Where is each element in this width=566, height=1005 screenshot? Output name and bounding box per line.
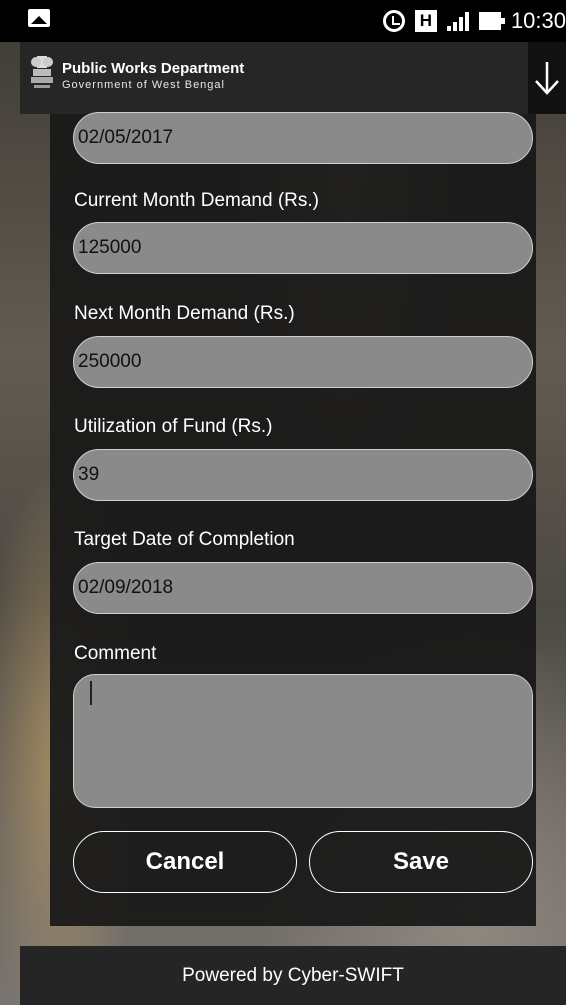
h-icon: H — [414, 10, 437, 32]
app-header: Public Works Department Government of We… — [20, 42, 566, 114]
cancel-button[interactable]: Cancel — [73, 831, 297, 893]
alarm-icon — [382, 10, 405, 32]
utilization-of-fund-field[interactable]: 39 — [73, 449, 533, 501]
signal-icon — [446, 11, 469, 31]
app-subtitle: Government of West Bengal — [62, 79, 225, 91]
arrow-down-icon — [535, 62, 559, 95]
save-button[interactable]: Save — [309, 831, 533, 893]
image-icon — [28, 9, 50, 27]
start-date-field[interactable]: 02/05/2017 — [73, 112, 533, 164]
comment-textarea[interactable] — [73, 674, 533, 808]
current-month-demand-field[interactable]: 125000 — [73, 222, 533, 274]
status-bar: H 10:30 — [0, 0, 566, 42]
current-month-demand-label: Current Month Demand (Rs.) — [74, 190, 319, 211]
powered-by-text: Powered by Cyber-SWIFT — [182, 964, 404, 986]
next-month-demand-label: Next Month Demand (Rs.) — [74, 303, 295, 324]
next-month-demand-field[interactable]: 250000 — [73, 336, 533, 388]
download-button[interactable] — [528, 42, 566, 114]
emblem-icon — [31, 56, 53, 88]
target-date-field[interactable]: 02/09/2018 — [73, 562, 533, 614]
clock-time: 10:30 — [510, 8, 566, 33]
comment-label: Comment — [74, 643, 157, 664]
utilization-of-fund-label: Utilization of Fund (Rs.) — [74, 416, 273, 437]
target-date-label: Target Date of Completion — [74, 529, 295, 550]
battery-icon — [478, 12, 505, 30]
text-caret — [90, 681, 92, 705]
app-title: Public Works Department — [62, 60, 245, 77]
footer: Powered by Cyber-SWIFT — [20, 946, 566, 1005]
